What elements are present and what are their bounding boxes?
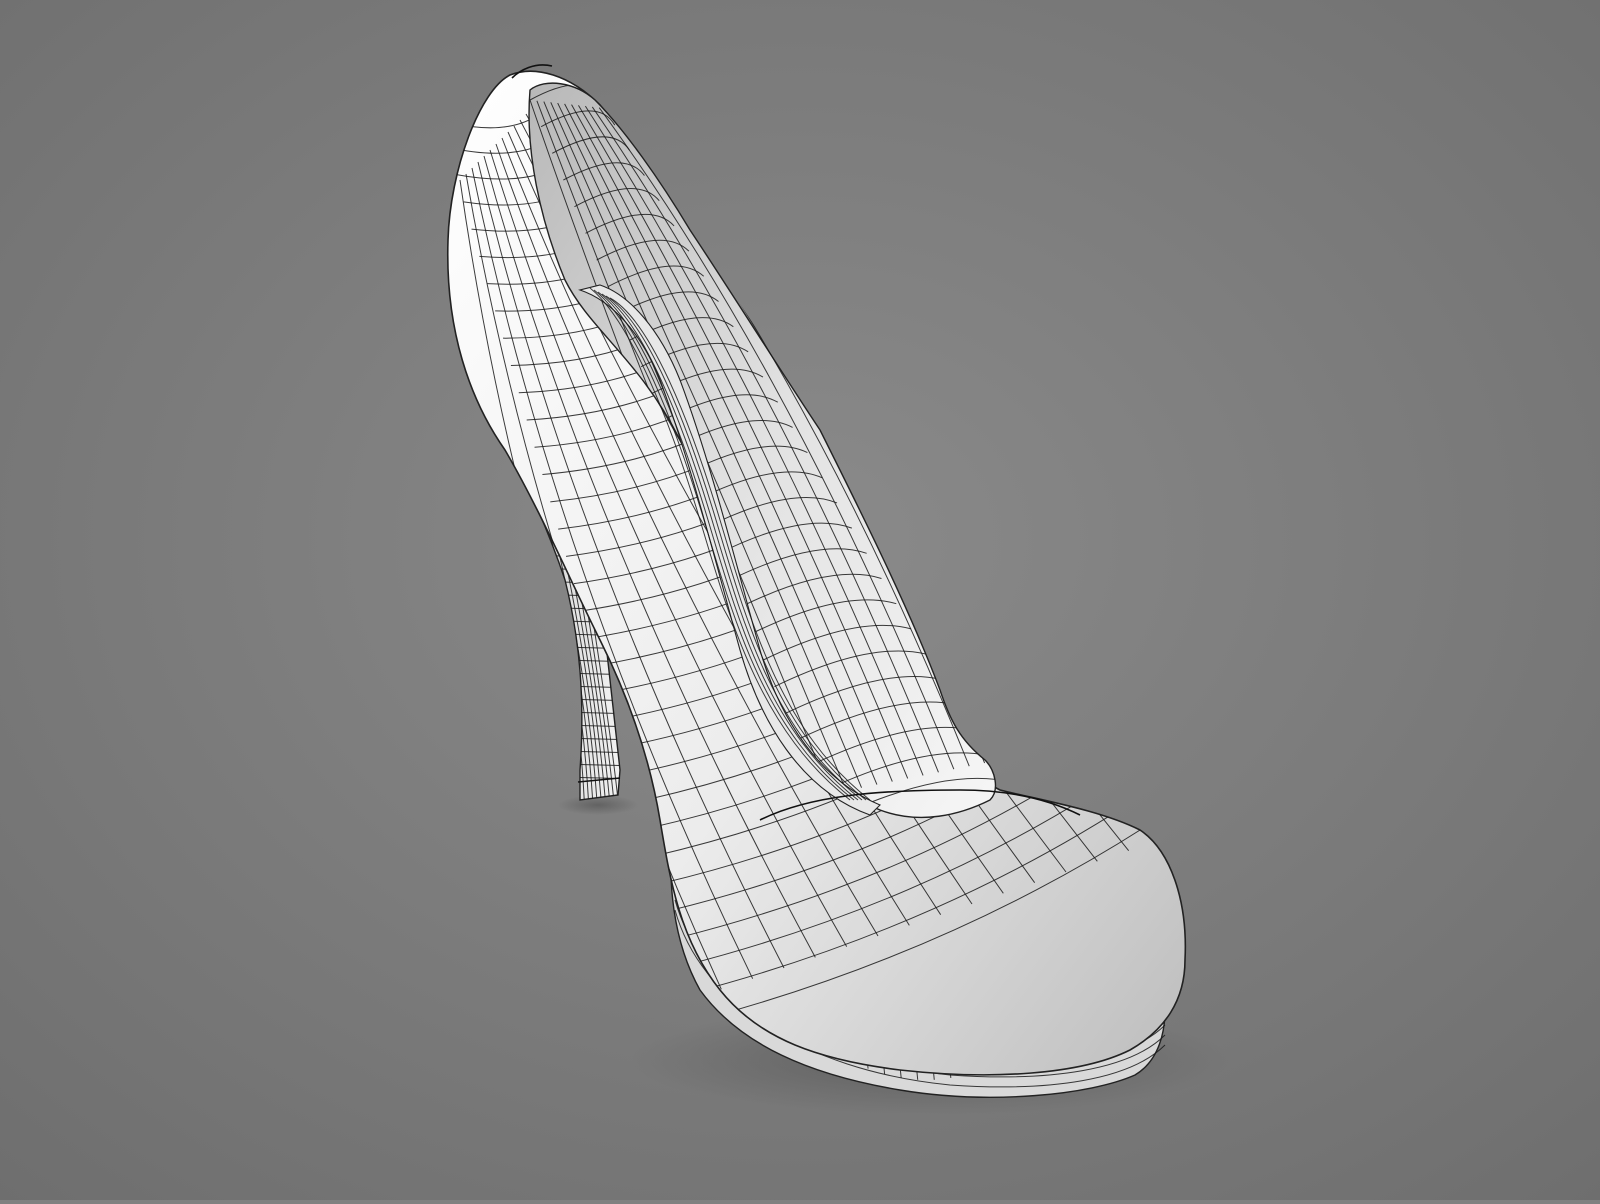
shoe-render [0,0,1600,1200]
render-viewport [0,0,1600,1200]
